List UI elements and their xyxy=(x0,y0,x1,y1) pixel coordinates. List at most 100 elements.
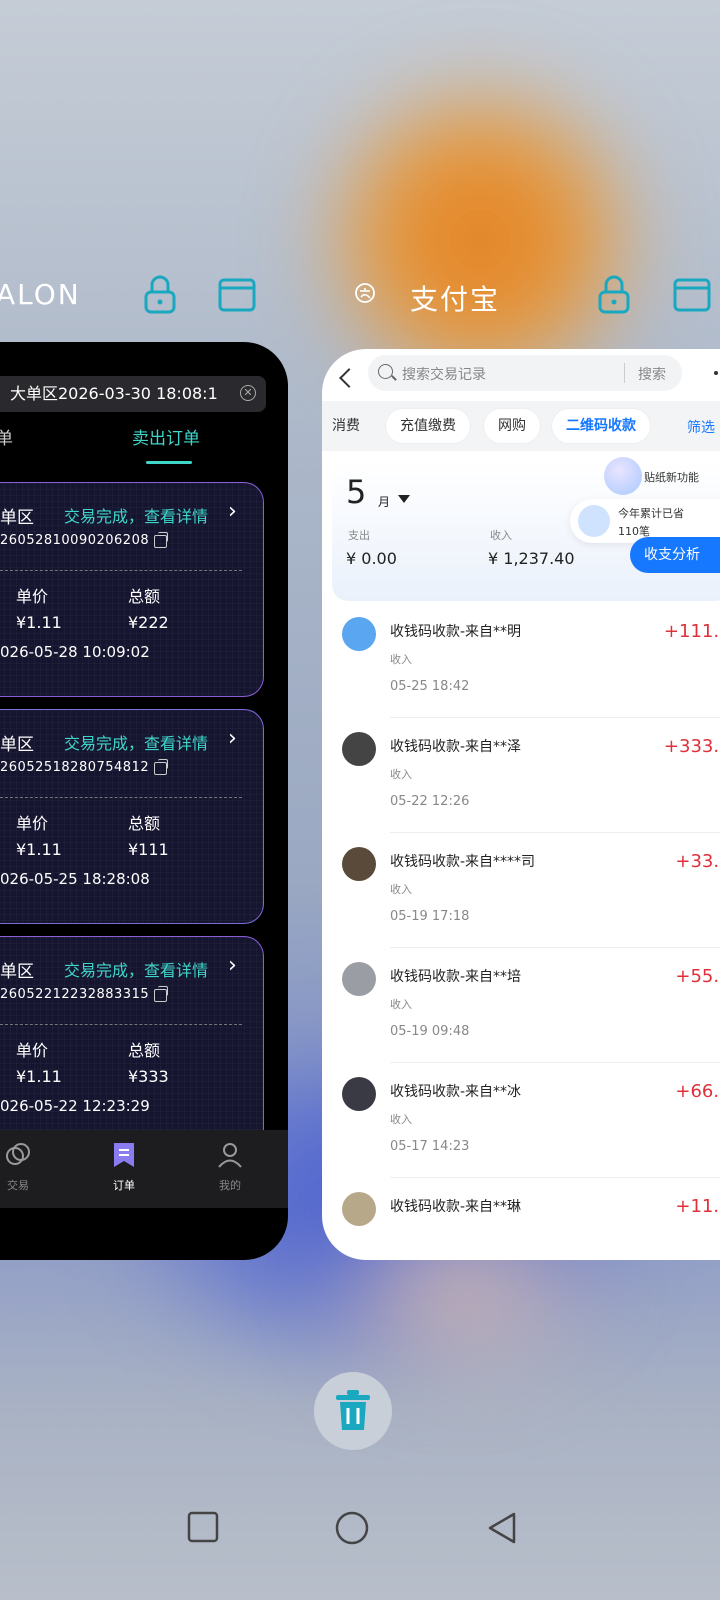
transaction-name: 收钱码收款-来自**泽 xyxy=(390,739,522,755)
alipay-logo-icon xyxy=(355,283,375,303)
transaction-name: 收钱码收款-来自**明 xyxy=(390,624,522,640)
order-search-field[interactable]: 大单区2026-03-30 18:08:1 ✕ xyxy=(0,376,266,412)
tab-underline xyxy=(146,461,192,464)
transaction-name: 收钱码收款-来自**培 xyxy=(390,969,522,985)
transaction-date: 05-19 09:48 xyxy=(390,1024,470,1039)
right-app-card[interactable]: 搜索交易记录 搜索 消费 充值缴费 网购 二维码收款 筛选 5 月 支出 ¥ 0… xyxy=(322,349,720,1260)
sticker-mascot-icon[interactable] xyxy=(604,457,642,495)
search-button[interactable]: 搜索 xyxy=(638,364,666,384)
avatar xyxy=(342,732,376,766)
order-time: 026-05-22 12:23:29 xyxy=(0,1097,150,1115)
unit-price-value: ¥1.11 xyxy=(16,840,62,859)
nav-profile[interactable]: 我的 xyxy=(200,1140,260,1193)
right-lock-icon[interactable] xyxy=(594,272,634,316)
transaction-amount: +333.00 xyxy=(663,736,720,757)
order-search-text: 大单区2026-03-30 18:08:1 xyxy=(10,384,218,403)
order-status[interactable]: 交易完成，查看详情 xyxy=(64,503,208,527)
order-status[interactable]: 交易完成，查看详情 xyxy=(64,730,208,754)
more-icon[interactable] xyxy=(714,371,718,375)
order-time: 026-05-25 18:28:08 xyxy=(0,870,150,888)
copy-icon[interactable] xyxy=(154,986,168,1002)
chevron-right-icon[interactable]: › xyxy=(228,726,237,751)
trade-icon xyxy=(6,1143,30,1165)
total-label: 总额 xyxy=(128,587,161,606)
transaction-name: 收钱码收款-来自**冰 xyxy=(390,1084,522,1100)
total-value: ¥111 xyxy=(128,840,169,859)
chip-online-shopping[interactable]: 网购 xyxy=(484,409,540,443)
chevron-right-icon[interactable]: › xyxy=(228,499,237,524)
back-arrow-icon[interactable] xyxy=(339,368,359,388)
bottom-nav: 交易 订单 我的 xyxy=(0,1130,288,1208)
transaction-amount: +55.50 xyxy=(675,966,720,987)
transaction-name: 收钱码收款-来自**琳 xyxy=(390,1199,522,1215)
chip-qr-collection[interactable]: 二维码收款 xyxy=(552,409,650,443)
left-app-card[interactable]: 大单区2026-03-30 18:08:1 ✕ 单 卖出订单 单区 交易完成，查… xyxy=(0,342,288,1260)
search-divider xyxy=(624,363,625,383)
search-icon xyxy=(378,364,393,379)
income-expense-analysis-button[interactable]: 收支分析 xyxy=(630,537,720,573)
nav-orders-label: 订单 xyxy=(113,1179,135,1192)
back-triangle-icon[interactable] xyxy=(484,1510,520,1546)
order-number: 26052518280754812 xyxy=(0,760,150,775)
nav-trade-label: 交易 xyxy=(7,1179,29,1192)
clear-recents-button[interactable] xyxy=(314,1372,392,1450)
transaction-row[interactable]: 收钱码收款-来自**琳 +11.00 xyxy=(322,1178,720,1260)
unit-price-label: 单价 xyxy=(16,814,49,833)
chip-consumption[interactable]: 消费 xyxy=(322,409,374,443)
month-unit: 月 xyxy=(378,495,391,509)
month-dropdown-icon[interactable] xyxy=(398,495,410,503)
order-status[interactable]: 交易完成，查看详情 xyxy=(64,957,208,981)
transaction-row[interactable]: 收钱码收款-来自**冰 收入 05-17 14:23 +66.60 xyxy=(322,1063,720,1178)
transaction-name: 收钱码收款-来自****司 xyxy=(390,854,536,870)
transaction-row[interactable]: 收钱码收款-来自**明 收入 05-25 18:42 +111.00 xyxy=(322,603,720,718)
transaction-date: 05-19 17:18 xyxy=(390,909,470,924)
transaction-date: 05-22 12:26 xyxy=(390,794,470,809)
transaction-row[interactable]: 收钱码收款-来自**培 收入 05-19 09:48 +55.50 xyxy=(322,948,720,1063)
filter-button[interactable]: 筛选 xyxy=(687,417,715,437)
unit-price-value: ¥1.11 xyxy=(16,1067,62,1086)
left-lock-icon[interactable] xyxy=(140,272,180,316)
transaction-row[interactable]: 收钱码收款-来自****司 收入 05-19 17:18 +33.30 xyxy=(322,833,720,948)
transaction-type: 收入 xyxy=(390,998,412,1011)
home-circle-icon[interactable] xyxy=(334,1510,370,1546)
expense-value: ¥ 0.00 xyxy=(346,549,397,568)
nav-trade[interactable]: 交易 xyxy=(0,1140,48,1193)
unit-price-label: 单价 xyxy=(16,587,49,606)
transaction-search-input[interactable]: 搜索交易记录 搜索 xyxy=(368,355,682,391)
nav-orders[interactable]: 订单 xyxy=(94,1140,154,1193)
copy-icon[interactable] xyxy=(154,759,168,775)
search-placeholder: 搜索交易记录 xyxy=(402,367,486,383)
divider xyxy=(0,797,242,798)
tab-sell-orders[interactable]: 卖出订单 xyxy=(132,424,200,449)
total-label: 总额 xyxy=(128,1041,161,1060)
expense-label: 支出 xyxy=(348,529,370,542)
left-window-icon[interactable] xyxy=(217,272,257,316)
order-card[interactable]: 单区 交易完成，查看详情 › 26052810090206208 单价 总额 ¥… xyxy=(0,482,264,697)
transaction-row[interactable]: 收钱码收款-来自**泽 收入 05-22 12:26 +333.00 xyxy=(322,718,720,833)
avatar xyxy=(342,962,376,996)
avatar xyxy=(342,1192,376,1226)
clear-search-icon[interactable]: ✕ xyxy=(240,385,256,401)
copy-icon[interactable] xyxy=(154,532,168,548)
recents-square-icon[interactable] xyxy=(186,1510,220,1544)
profile-icon xyxy=(218,1143,242,1168)
chip-recharge[interactable]: 充值缴费 xyxy=(386,409,470,443)
month-value[interactable]: 5 xyxy=(346,473,366,511)
chevron-right-icon[interactable]: › xyxy=(228,953,237,978)
tab-buy-orders[interactable]: 单 xyxy=(0,424,13,449)
transaction-type: 收入 xyxy=(390,768,412,781)
sticker-feature-text[interactable]: 贴纸新功能 xyxy=(644,469,699,485)
transaction-amount: +11.00 xyxy=(675,1196,720,1217)
right-app-title: 支付宝 xyxy=(410,283,501,316)
right-window-icon[interactable] xyxy=(672,272,712,316)
order-area: 单区 xyxy=(0,508,34,528)
order-card[interactable]: 单区 交易完成，查看详情 › 26052518280754812 单价 总额 ¥… xyxy=(0,709,264,924)
transaction-type: 收入 xyxy=(390,653,412,666)
piggy-bank-icon xyxy=(578,505,610,537)
unit-price-label: 单价 xyxy=(16,1041,49,1060)
transaction-amount: +66.60 xyxy=(675,1081,720,1102)
avatar xyxy=(342,847,376,881)
order-area: 单区 xyxy=(0,962,34,982)
total-value: ¥333 xyxy=(128,1067,169,1086)
unit-price-value: ¥1.11 xyxy=(16,613,62,632)
